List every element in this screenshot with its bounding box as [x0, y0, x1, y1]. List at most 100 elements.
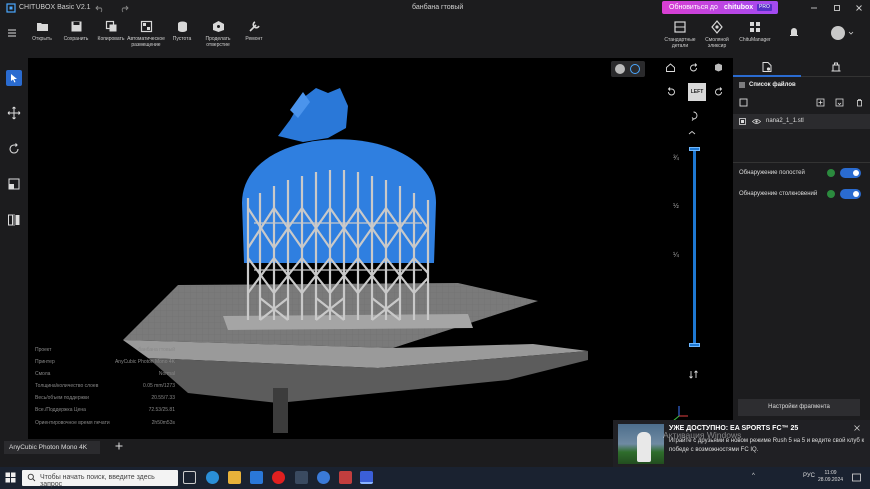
- clock-date: 28.09.2024: [818, 477, 844, 483]
- repair-label: Ремонт: [245, 36, 263, 42]
- slice-info-panel: Проект банбана гтовый Принтер AnyCubic Pho…: [35, 347, 175, 432]
- rotate-down-icon[interactable]: [688, 110, 699, 121]
- windows-notification-toast[interactable]: Активация Windows УЖЕ ДОСТУПНО: EA SPORT…: [613, 420, 870, 468]
- file-name: nana2_1_1.stl: [766, 118, 804, 124]
- mail-icon[interactable]: [250, 471, 263, 484]
- redo-icon[interactable]: [119, 3, 129, 13]
- fragment-settings-button[interactable]: Настройки фрагмента: [738, 399, 860, 416]
- chrome-icon[interactable]: [317, 471, 330, 484]
- wireframe-view-icon[interactable]: [630, 64, 640, 74]
- resin-icon: [711, 20, 723, 34]
- model-top: [278, 88, 348, 142]
- select-tool-icon[interactable]: [6, 70, 22, 86]
- layer-slider-track[interactable]: [693, 149, 696, 347]
- add-file-icon[interactable]: [816, 98, 825, 107]
- axis-gizmo: [672, 406, 688, 422]
- resin-elixir-button[interactable]: Смоляной эликсир: [701, 20, 733, 49]
- footballer-figure: [637, 432, 651, 462]
- scale-tool-icon[interactable]: [6, 176, 22, 192]
- file-list-title: Список файлов: [749, 82, 796, 88]
- punch-hole-button[interactable]: Проделать отверстие: [201, 20, 235, 48]
- render-mode-toggle[interactable]: [611, 61, 645, 77]
- layer-swap-icon[interactable]: [688, 369, 699, 380]
- minimize-icon[interactable]: [808, 2, 820, 14]
- repair-icon: [248, 21, 260, 32]
- windows-taskbar: Чтобы начать поиск, введите здесь запрос…: [0, 467, 870, 489]
- toast-title: УЖЕ ДОСТУПНО: EA SPORTS FC™ 25: [669, 425, 799, 432]
- open-button[interactable]: Открыть: [30, 20, 54, 42]
- solid-view-icon[interactable]: [615, 64, 625, 74]
- home-view-icon[interactable]: [665, 62, 676, 73]
- taskbar-search-input[interactable]: Чтобы начать поиск, введите здесь запрос: [22, 470, 178, 488]
- import-file-icon[interactable]: [835, 98, 844, 107]
- file-list-tab-icon[interactable]: [761, 61, 773, 73]
- layer-slider-bottom-handle[interactable]: [689, 343, 700, 347]
- maximize-icon[interactable]: [831, 2, 843, 14]
- game-launcher-icon[interactable]: [339, 471, 352, 484]
- user-avatar[interactable]: [831, 26, 845, 40]
- move-tool-icon[interactable]: [6, 105, 22, 121]
- language-indicator[interactable]: РУС: [803, 473, 815, 479]
- action-center-icon[interactable]: [851, 472, 862, 483]
- info-row-volume: Весь/объем поддержки 20.55/7.33: [35, 395, 175, 402]
- trash-icon[interactable]: [855, 98, 864, 107]
- info-row-price: Все./Поддержка Цена 72.53/25.81: [35, 407, 175, 414]
- platform-post: [273, 388, 288, 433]
- file-checkbox-icon[interactable]: [739, 118, 746, 125]
- undo-icon[interactable]: [95, 3, 105, 13]
- printer-tab[interactable]: AnyCubic Photon Mono 4K: [4, 441, 100, 454]
- chevron-down-icon[interactable]: [848, 30, 854, 36]
- info-row-resin: Смола Normal: [35, 371, 175, 378]
- mirror-tool-icon[interactable]: [6, 212, 22, 228]
- toast-close-icon[interactable]: [853, 424, 861, 432]
- collision-detection-row: Обнаружение столкновений: [733, 187, 870, 201]
- visibility-eye-icon[interactable]: [752, 118, 761, 125]
- close-icon[interactable]: [853, 2, 865, 14]
- windows-start-icon[interactable]: [5, 472, 16, 483]
- add-printer-icon[interactable]: [114, 441, 124, 451]
- notifications-icon[interactable]: [788, 26, 800, 38]
- upgrade-pro-button[interactable]: Обновиться до chitubox PRO: [662, 1, 778, 14]
- hollow-icon: [177, 21, 187, 32]
- hollow-detection-toggle[interactable]: [840, 168, 861, 178]
- rotate-ccw-icon[interactable]: [666, 86, 677, 97]
- chitubox-taskbar-icon[interactable]: [360, 471, 373, 484]
- layer-slider-top-handle[interactable]: [689, 147, 700, 151]
- auto-layout-button[interactable]: Автоматическое размещение: [124, 20, 168, 48]
- rotate-view-left-icon[interactable]: [688, 62, 699, 73]
- system-clock[interactable]: 11:09 28.09.2024: [818, 470, 843, 484]
- rotate-cw-icon[interactable]: [713, 86, 724, 97]
- collision-detection-label: Обнаружение столкновений: [739, 191, 818, 197]
- upgrade-brand: chitubox: [724, 4, 754, 11]
- copy-button[interactable]: Копировать: [95, 20, 127, 42]
- yandex-browser-icon[interactable]: [272, 471, 285, 484]
- task-view-icon[interactable]: [183, 471, 196, 484]
- collision-detection-toggle[interactable]: [840, 189, 861, 199]
- save-button[interactable]: Сохранить: [61, 20, 91, 42]
- document-name: банбана гтовый: [412, 4, 464, 11]
- hollow-detection-label: Обнаружение полостей: [739, 170, 805, 176]
- divider: [733, 162, 870, 163]
- view-cube-icon[interactable]: [713, 62, 724, 73]
- repair-button[interactable]: Ремонт: [242, 20, 266, 42]
- hollow-button[interactable]: Пустота: [170, 20, 194, 42]
- file-explorer-icon[interactable]: [228, 471, 241, 484]
- steam-icon[interactable]: [295, 471, 308, 484]
- standard-parts-button[interactable]: Стандартные детали: [662, 20, 698, 49]
- layer-up-icon[interactable]: [688, 130, 696, 136]
- select-all-checkbox-icon[interactable]: [739, 98, 748, 107]
- toolbar: Открыть Сохранить Копировать Автоматичес…: [0, 16, 870, 58]
- slice-settings-tab-icon[interactable]: [830, 61, 842, 73]
- active-tab-underline: [733, 75, 801, 77]
- chitumanager-button[interactable]: ChituManager: [737, 20, 773, 43]
- auto-layout-icon: [140, 20, 152, 33]
- tray-chevron-icon[interactable]: ^: [752, 473, 755, 479]
- hamburger-menu-icon[interactable]: [6, 27, 18, 39]
- upgrade-label: Обновиться до: [669, 4, 718, 11]
- file-list-item[interactable]: nana2_1_1.stl: [733, 114, 870, 129]
- info-row-layers: Толщина/количество слоев 0.05 mm/1273: [35, 383, 175, 390]
- edge-browser-icon[interactable]: [206, 471, 219, 484]
- view-cube-left[interactable]: LEFT: [688, 83, 706, 101]
- 3d-viewport[interactable]: LEFT ¾ ½ ¼ Проект банбана гтовый Принтер A…: [28, 58, 733, 439]
- rotate-tool-icon[interactable]: [6, 141, 22, 157]
